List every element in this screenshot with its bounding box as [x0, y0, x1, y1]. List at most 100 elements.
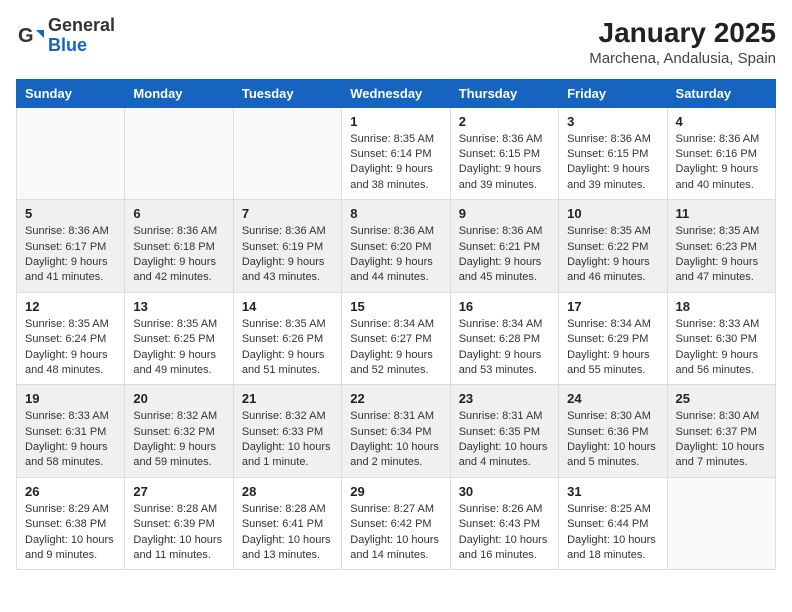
day-info: Sunrise: 8:36 AM Sunset: 6:21 PM Dayligh… [459, 224, 550, 286]
calendar-header-row: SundayMondayTuesdayWednesdayThursdayFrid… [17, 79, 776, 107]
title-area: January 2025 Marchena, Andalusia, Spain [589, 16, 776, 67]
calendar-cell: 17 Sunrise: 8:34 AM Sunset: 6:29 PM Dayli… [559, 292, 667, 385]
weekday-header: Friday [559, 79, 667, 107]
day-info: Sunrise: 8:32 AM Sunset: 6:33 PM Dayligh… [242, 409, 333, 471]
calendar-cell: 30 Sunrise: 8:26 AM Sunset: 6:43 PM Dayli… [450, 477, 558, 570]
day-info: Sunrise: 8:34 AM Sunset: 6:29 PM Dayligh… [567, 317, 658, 379]
logo: G General Blue [16, 16, 115, 56]
day-info: Sunrise: 8:34 AM Sunset: 6:27 PM Dayligh… [350, 317, 441, 379]
day-number: 29 [350, 484, 441, 499]
day-number: 24 [567, 391, 658, 406]
calendar-week-row: 19Sunrise: 8:33 AM Sunset: 6:31 PM Dayli… [17, 385, 776, 478]
day-info: Sunrise: 8:26 AM Sunset: 6:43 PM Dayligh… [459, 502, 550, 564]
day-number: 2 [459, 114, 550, 129]
day-info: Sunrise: 8:36 AM Sunset: 6:15 PM Dayligh… [459, 132, 550, 194]
calendar-cell: 16Sunrise: 8:34 AM Sunset: 6:28 PM Dayli… [450, 292, 558, 385]
page-title: January 2025 [589, 16, 776, 50]
day-info: Sunrise: 8:25 AM Sunset: 6:44 PM Dayligh… [567, 502, 658, 564]
calendar-cell: 12 Sunrise: 8:35 AM Sunset: 6:24 PM Dayli… [17, 292, 125, 385]
day-number: 30 [459, 484, 550, 499]
day-info: Sunrise: 8:35 AM Sunset: 6:22 PM Dayligh… [567, 224, 658, 286]
day-info: Sunrise: 8:35 AM Sunset: 6:23 PM Dayligh… [676, 224, 767, 286]
day-info: Sunrise: 8:35 AM Sunset: 6:25 PM Dayligh… [133, 317, 224, 379]
calendar-cell: 9 Sunrise: 8:36 AM Sunset: 6:21 PM Daylig… [450, 200, 558, 293]
day-number: 20 [133, 391, 224, 406]
day-info: Sunrise: 8:36 AM Sunset: 6:16 PM Dayligh… [676, 132, 767, 194]
calendar-cell: 25 Sunrise: 8:30 AM Sunset: 6:37 PM Dayli… [667, 385, 775, 478]
day-number: 4 [676, 114, 767, 129]
day-number: 17 [567, 299, 658, 314]
calendar-cell: 14 Sunrise: 8:35 AM Sunset: 6:26 PM Dayli… [233, 292, 341, 385]
day-number: 13 [133, 299, 224, 314]
day-info: Sunrise: 8:31 AM Sunset: 6:35 PM Dayligh… [459, 409, 550, 471]
calendar-cell [125, 107, 233, 200]
calendar-week-row: 12 Sunrise: 8:35 AM Sunset: 6:24 PM Dayli… [17, 292, 776, 385]
calendar-cell: 28 Sunrise: 8:28 AM Sunset: 6:41 PM Dayli… [233, 477, 341, 570]
calendar-cell: 11 Sunrise: 8:35 AM Sunset: 6:23 PM Dayli… [667, 200, 775, 293]
day-number: 9 [459, 206, 550, 221]
day-number: 14 [242, 299, 333, 314]
calendar-cell: 10 Sunrise: 8:35 AM Sunset: 6:22 PM Dayli… [559, 200, 667, 293]
day-number: 15 [350, 299, 441, 314]
calendar-cell [667, 477, 775, 570]
day-info: Sunrise: 8:36 AM Sunset: 6:17 PM Dayligh… [25, 224, 116, 286]
day-info: Sunrise: 8:28 AM Sunset: 6:39 PM Dayligh… [133, 502, 224, 564]
svg-text:G: G [18, 25, 34, 47]
calendar-cell: 26Sunrise: 8:29 AM Sunset: 6:38 PM Dayli… [17, 477, 125, 570]
day-number: 28 [242, 484, 333, 499]
calendar-cell: 13 Sunrise: 8:35 AM Sunset: 6:25 PM Dayli… [125, 292, 233, 385]
calendar-week-row: 1 Sunrise: 8:35 AM Sunset: 6:14 PM Daylig… [17, 107, 776, 200]
calendar-cell: 21Sunrise: 8:32 AM Sunset: 6:33 PM Dayli… [233, 385, 341, 478]
weekday-header: Thursday [450, 79, 558, 107]
day-number: 26 [25, 484, 116, 499]
day-number: 3 [567, 114, 658, 129]
day-info: Sunrise: 8:36 AM Sunset: 6:15 PM Dayligh… [567, 132, 658, 194]
day-info: Sunrise: 8:30 AM Sunset: 6:36 PM Dayligh… [567, 409, 658, 471]
day-info: Sunrise: 8:33 AM Sunset: 6:30 PM Dayligh… [676, 317, 767, 379]
day-info: Sunrise: 8:28 AM Sunset: 6:41 PM Dayligh… [242, 502, 333, 564]
day-number: 5 [25, 206, 116, 221]
day-info: Sunrise: 8:35 AM Sunset: 6:26 PM Dayligh… [242, 317, 333, 379]
day-number: 22 [350, 391, 441, 406]
calendar-cell: 1 Sunrise: 8:35 AM Sunset: 6:14 PM Daylig… [342, 107, 450, 200]
logo-text: General Blue [48, 16, 115, 56]
weekday-header: Monday [125, 79, 233, 107]
calendar-cell: 3 Sunrise: 8:36 AM Sunset: 6:15 PM Daylig… [559, 107, 667, 200]
day-number: 6 [133, 206, 224, 221]
day-info: Sunrise: 8:36 AM Sunset: 6:18 PM Dayligh… [133, 224, 224, 286]
day-info: Sunrise: 8:31 AM Sunset: 6:34 PM Dayligh… [350, 409, 441, 471]
calendar-cell: 5 Sunrise: 8:36 AM Sunset: 6:17 PM Daylig… [17, 200, 125, 293]
day-info: Sunrise: 8:35 AM Sunset: 6:24 PM Dayligh… [25, 317, 116, 379]
calendar-cell: 7Sunrise: 8:36 AM Sunset: 6:19 PM Daylig… [233, 200, 341, 293]
day-number: 12 [25, 299, 116, 314]
calendar-week-row: 5 Sunrise: 8:36 AM Sunset: 6:17 PM Daylig… [17, 200, 776, 293]
calendar-cell [17, 107, 125, 200]
logo-icon: G [16, 22, 44, 50]
day-number: 16 [459, 299, 550, 314]
day-number: 11 [676, 206, 767, 221]
calendar-cell: 18 Sunrise: 8:33 AM Sunset: 6:30 PM Dayli… [667, 292, 775, 385]
weekday-header: Wednesday [342, 79, 450, 107]
calendar-cell: 22 Sunrise: 8:31 AM Sunset: 6:34 PM Dayli… [342, 385, 450, 478]
weekday-header: Sunday [17, 79, 125, 107]
calendar-cell: 31 Sunrise: 8:25 AM Sunset: 6:44 PM Dayli… [559, 477, 667, 570]
calendar-cell: 19Sunrise: 8:33 AM Sunset: 6:31 PM Dayli… [17, 385, 125, 478]
day-number: 27 [133, 484, 224, 499]
day-info: Sunrise: 8:30 AM Sunset: 6:37 PM Dayligh… [676, 409, 767, 471]
page-header: G General Blue January 2025 Marchena, An… [16, 16, 776, 67]
day-number: 10 [567, 206, 658, 221]
day-number: 1 [350, 114, 441, 129]
day-number: 31 [567, 484, 658, 499]
calendar-cell: 8 Sunrise: 8:36 AM Sunset: 6:20 PM Daylig… [342, 200, 450, 293]
page-subtitle: Marchena, Andalusia, Spain [589, 50, 776, 67]
day-number: 25 [676, 391, 767, 406]
calendar-cell: 27 Sunrise: 8:28 AM Sunset: 6:39 PM Dayli… [125, 477, 233, 570]
day-number: 18 [676, 299, 767, 314]
weekday-header: Tuesday [233, 79, 341, 107]
day-number: 8 [350, 206, 441, 221]
calendar-cell: 4 Sunrise: 8:36 AM Sunset: 6:16 PM Daylig… [667, 107, 775, 200]
calendar: SundayMondayTuesdayWednesdayThursdayFrid… [16, 79, 776, 571]
day-info: Sunrise: 8:36 AM Sunset: 6:20 PM Dayligh… [350, 224, 441, 286]
day-number: 19 [25, 391, 116, 406]
day-info: Sunrise: 8:35 AM Sunset: 6:14 PM Dayligh… [350, 132, 441, 194]
